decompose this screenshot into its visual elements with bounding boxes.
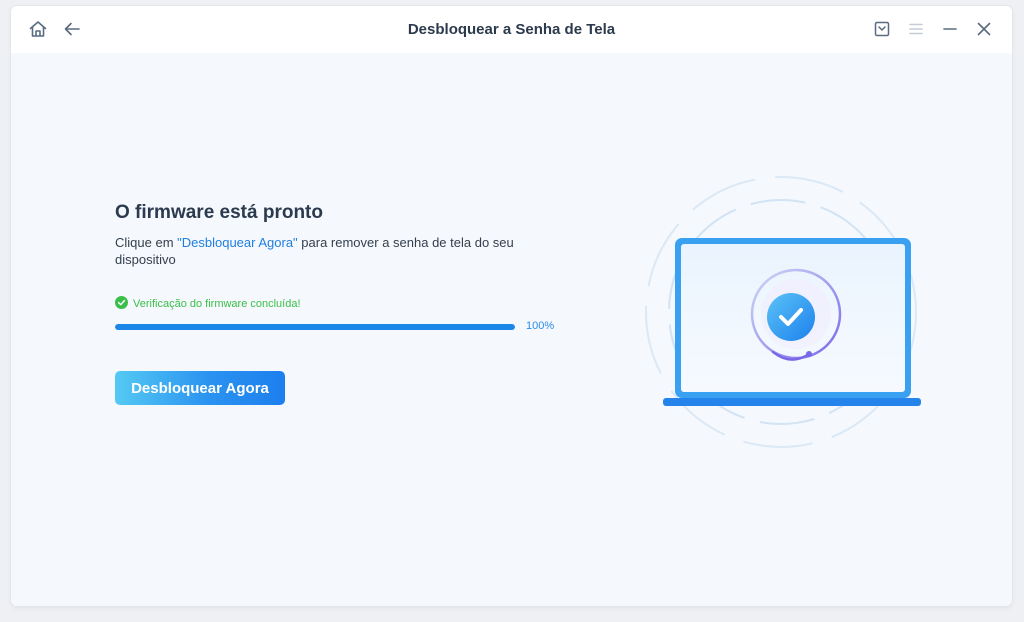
page-heading: O firmware está pronto [115,202,323,223]
progress-percent: 100% [526,320,555,332]
verification-status: Verificação do firmware concluída! [115,296,301,312]
unlock-now-button[interactable]: Desbloquear Agora [115,371,285,405]
instruction-text: Clique em "Desbloquear Agora" para remov… [115,234,535,268]
close-icon[interactable] [973,18,995,40]
verification-status-label: Verificação do firmware concluída! [133,298,301,310]
progress-bar-fill [115,324,515,330]
window-title: Desbloquear a Senha de Tela [407,21,616,38]
minimize-icon[interactable] [939,18,961,40]
progress-bar [115,324,515,330]
title-bar: Desbloquear a Senha de Tela [11,6,1012,53]
laptop-illustration [641,176,921,456]
app-window: Desbloquear a Senha de Tela O firmware e… [11,6,1012,606]
feedback-icon[interactable] [871,18,893,40]
instruction-text-start: Clique em [115,235,178,250]
instruction-highlight: "Desbloquear Agora" [177,235,298,250]
menu-icon[interactable] [905,18,927,40]
check-circle-icon [115,296,128,312]
